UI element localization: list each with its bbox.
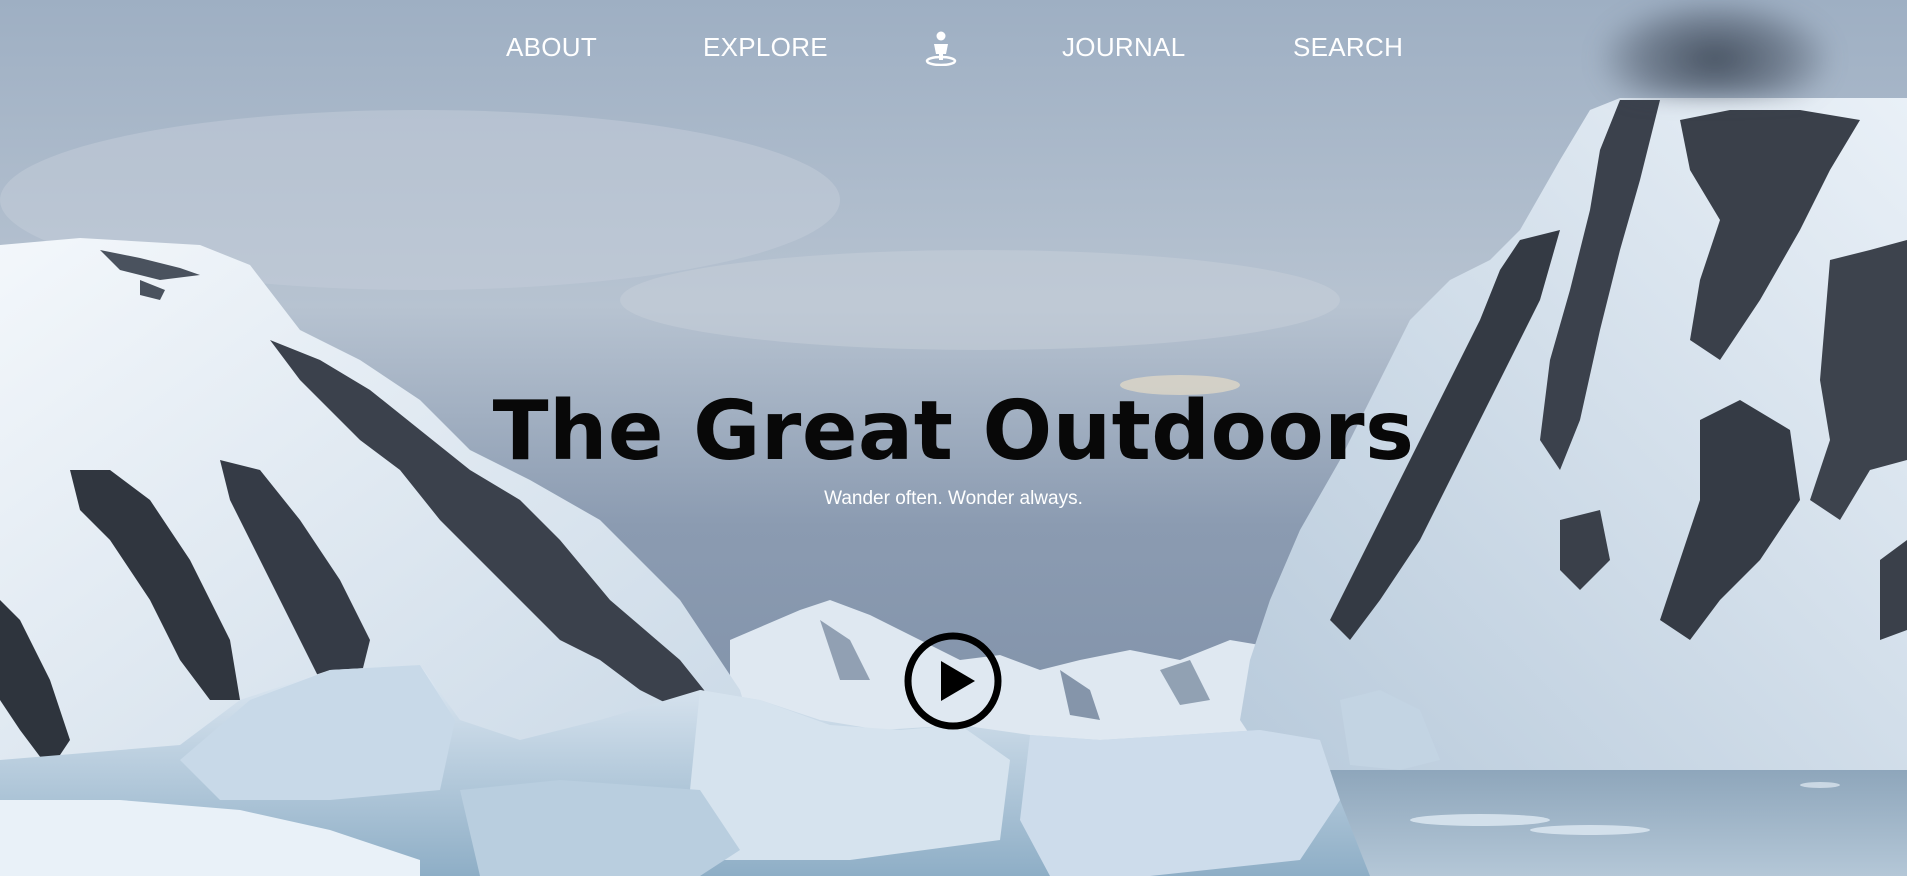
nav-item-journal[interactable]: JOURNAL — [1062, 32, 1185, 63]
hero-title: The Great Outdoors — [492, 384, 1415, 479]
hero-section: ABOUT EXPLORE JOURNAL SEARCH The Great O… — [0, 0, 1907, 876]
nav-item-explore[interactable]: EXPLORE — [703, 32, 828, 63]
main-navigation: ABOUT EXPLORE JOURNAL SEARCH — [0, 0, 1907, 98]
play-button[interactable] — [904, 632, 1002, 730]
hiker-icon[interactable] — [924, 30, 958, 67]
play-circle-icon — [904, 632, 1002, 730]
nav-item-about[interactable]: ABOUT — [506, 32, 597, 63]
hero-subtitle: Wander often. Wonder always. — [824, 488, 1083, 509]
nav-item-search[interactable]: SEARCH — [1293, 32, 1403, 63]
